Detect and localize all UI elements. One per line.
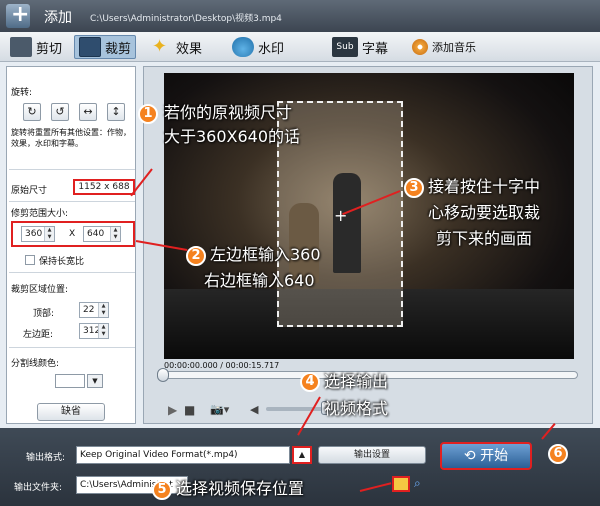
subtitle-sub-icon: Sub xyxy=(332,37,358,57)
output-format-label: 输出格式: xyxy=(26,453,66,463)
crop-height-value: 640 xyxy=(87,229,105,239)
play-icon[interactable]: ▶ xyxy=(168,403,177,417)
annotation-4-line2: 视频格式 xyxy=(324,399,389,418)
tab-effects[interactable]: ✦ 效果 xyxy=(152,35,202,59)
annotation-5-line1: 选择视频保存位置 xyxy=(176,479,305,498)
rotate-clockwise-button[interactable]: ↻ xyxy=(23,103,41,121)
format-dropdown-button[interactable]: ▲ xyxy=(292,446,312,464)
crop-height-input[interactable]: 640 ▲ ▼ xyxy=(83,226,121,242)
tab-add-music[interactable]: 添加音乐 xyxy=(412,35,476,59)
start-button[interactable]: ⟲ 开始 xyxy=(440,442,532,470)
music-disc-icon xyxy=(412,39,428,55)
add-file-icon[interactable] xyxy=(6,2,30,28)
flip-horizontal-button[interactable]: ↔ xyxy=(79,103,97,121)
crop-settings-panel: 旋转: ↻ ↺ ↔ ↕ 旋转将重置所有其他设置：作物，效果，水印和字幕。 原始尺… xyxy=(6,66,136,424)
top-spinner-arrows[interactable]: ▲ ▼ xyxy=(98,303,108,317)
chevron-down-icon[interactable]: ▼ xyxy=(87,374,103,388)
x-separator: X xyxy=(69,229,76,239)
annotation-4-line1: 选择输出 xyxy=(324,372,389,391)
top-offset-input[interactable]: 22 ▲ ▼ xyxy=(79,302,109,318)
crop-icon xyxy=(79,37,101,57)
step-badge-4: 4 xyxy=(300,372,320,392)
tab-effects-label: 效果 xyxy=(176,41,203,57)
film-cut-icon xyxy=(10,37,32,57)
tab-cut-label: 剪切 xyxy=(36,41,63,57)
camera-icon[interactable]: 📷▾ xyxy=(210,403,229,416)
output-format-select[interactable]: Keep Original Video Format(*.mp4) xyxy=(76,446,290,464)
top-offset-label: 顶部: xyxy=(33,309,55,319)
keep-ratio-label: 保持长宽比 xyxy=(39,257,85,267)
seek-knob[interactable] xyxy=(157,368,169,382)
title-bar: 添加 C:\Users\Administrator\Desktop\视频3.mp… xyxy=(0,0,600,32)
crop-width-value: 360 xyxy=(25,229,43,239)
default-button[interactable]: 缺省 xyxy=(37,403,105,421)
volume-icon[interactable]: ◀ xyxy=(250,403,258,416)
annotation-1-line1: 若你的原视频尺寸 xyxy=(164,103,293,122)
height-spinner-arrows[interactable]: ▲ ▼ xyxy=(110,227,120,241)
refresh-icon: ⟲ xyxy=(463,448,481,464)
window-title[interactable]: 添加 xyxy=(44,7,72,27)
tab-bar: 剪切 裁剪 ✦ 效果 水印 Sub 字幕 添加音乐 xyxy=(0,32,600,62)
start-label: 开始 xyxy=(480,448,509,464)
output-folder-label: 输出文件夹: xyxy=(14,483,63,493)
line-color-swatch[interactable] xyxy=(55,374,85,388)
divider xyxy=(9,272,135,273)
step-badge-5: 5 xyxy=(152,480,172,500)
annotation-3-line2: 心移动要选取裁 xyxy=(428,203,541,222)
tab-subtitle-label: 字幕 xyxy=(362,41,389,57)
step-badge-6: 6 xyxy=(548,444,568,464)
annotation-3-line1: 接着按住十字中 xyxy=(428,177,541,196)
crop-position-label: 裁剪区域位置: xyxy=(11,285,69,295)
search-icon[interactable]: ⌕ xyxy=(414,476,428,490)
tab-watermark-label: 水印 xyxy=(258,41,285,57)
tab-add-music-label: 添加音乐 xyxy=(432,41,476,54)
crop-size-label: 修剪范围大小: xyxy=(11,209,69,219)
annotation-2-line2: 右边框输入640 xyxy=(204,271,315,290)
file-path: C:\Users\Administrator\Desktop\视频3.mp4 xyxy=(90,14,282,24)
stop-icon[interactable]: ■ xyxy=(184,403,195,417)
left-offset-label: 左边距: xyxy=(23,330,54,340)
rotate-label: 旋转: xyxy=(11,88,33,98)
folder-icon[interactable] xyxy=(392,476,410,492)
crop-width-input[interactable]: 360 ▲ ▼ xyxy=(21,226,55,242)
effects-star-icon: ✦ xyxy=(152,36,168,57)
app-window: 添加 C:\Users\Administrator\Desktop\视频3.mp… xyxy=(0,0,600,506)
step-badge-2: 2 xyxy=(186,246,206,266)
step-badge-1: 1 xyxy=(138,104,158,124)
annotation-2-line1: 左边框输入360 xyxy=(210,245,321,264)
left-offset-input[interactable]: 312 ▲ ▼ xyxy=(79,323,109,339)
flip-vertical-button[interactable]: ↕ xyxy=(107,103,125,121)
annotation-3-line3: 剪下来的画面 xyxy=(436,229,533,248)
crosshair-icon[interactable]: + xyxy=(334,206,347,225)
output-settings-button[interactable]: 输出设置 xyxy=(318,446,426,464)
tab-subtitle[interactable]: Sub 字幕 xyxy=(332,35,388,59)
watermark-drop-icon xyxy=(232,37,254,57)
line-color-label: 分割线颜色: xyxy=(11,359,60,369)
left-spinner-arrows[interactable]: ▲ ▼ xyxy=(98,324,108,338)
tab-crop-label: 裁剪 xyxy=(105,41,132,57)
tab-cut[interactable]: 剪切 xyxy=(10,35,62,59)
rotate-note: 旋转将重置所有其他设置：作物，效果，水印和字幕。 xyxy=(11,128,131,148)
width-spinner-arrows[interactable]: ▲ ▼ xyxy=(44,227,54,241)
step-badge-3: 3 xyxy=(404,178,424,198)
volume-slider[interactable] xyxy=(266,407,324,411)
keep-ratio-checkbox[interactable] xyxy=(25,255,35,265)
top-offset-value: 22 xyxy=(83,305,95,315)
tab-watermark[interactable]: 水印 xyxy=(232,35,284,59)
original-size-value: 1152 x 688 xyxy=(73,179,135,195)
tab-crop[interactable]: 裁剪 xyxy=(74,35,137,59)
rotate-counterclockwise-button[interactable]: ↺ xyxy=(51,103,69,121)
divider xyxy=(9,201,135,202)
timecode: 00:00:00.000 / 00:00:15.717 xyxy=(164,361,280,370)
annotation-1-line2: 大于360X640的话 xyxy=(164,127,301,146)
divider xyxy=(9,347,135,348)
divider xyxy=(9,169,135,170)
